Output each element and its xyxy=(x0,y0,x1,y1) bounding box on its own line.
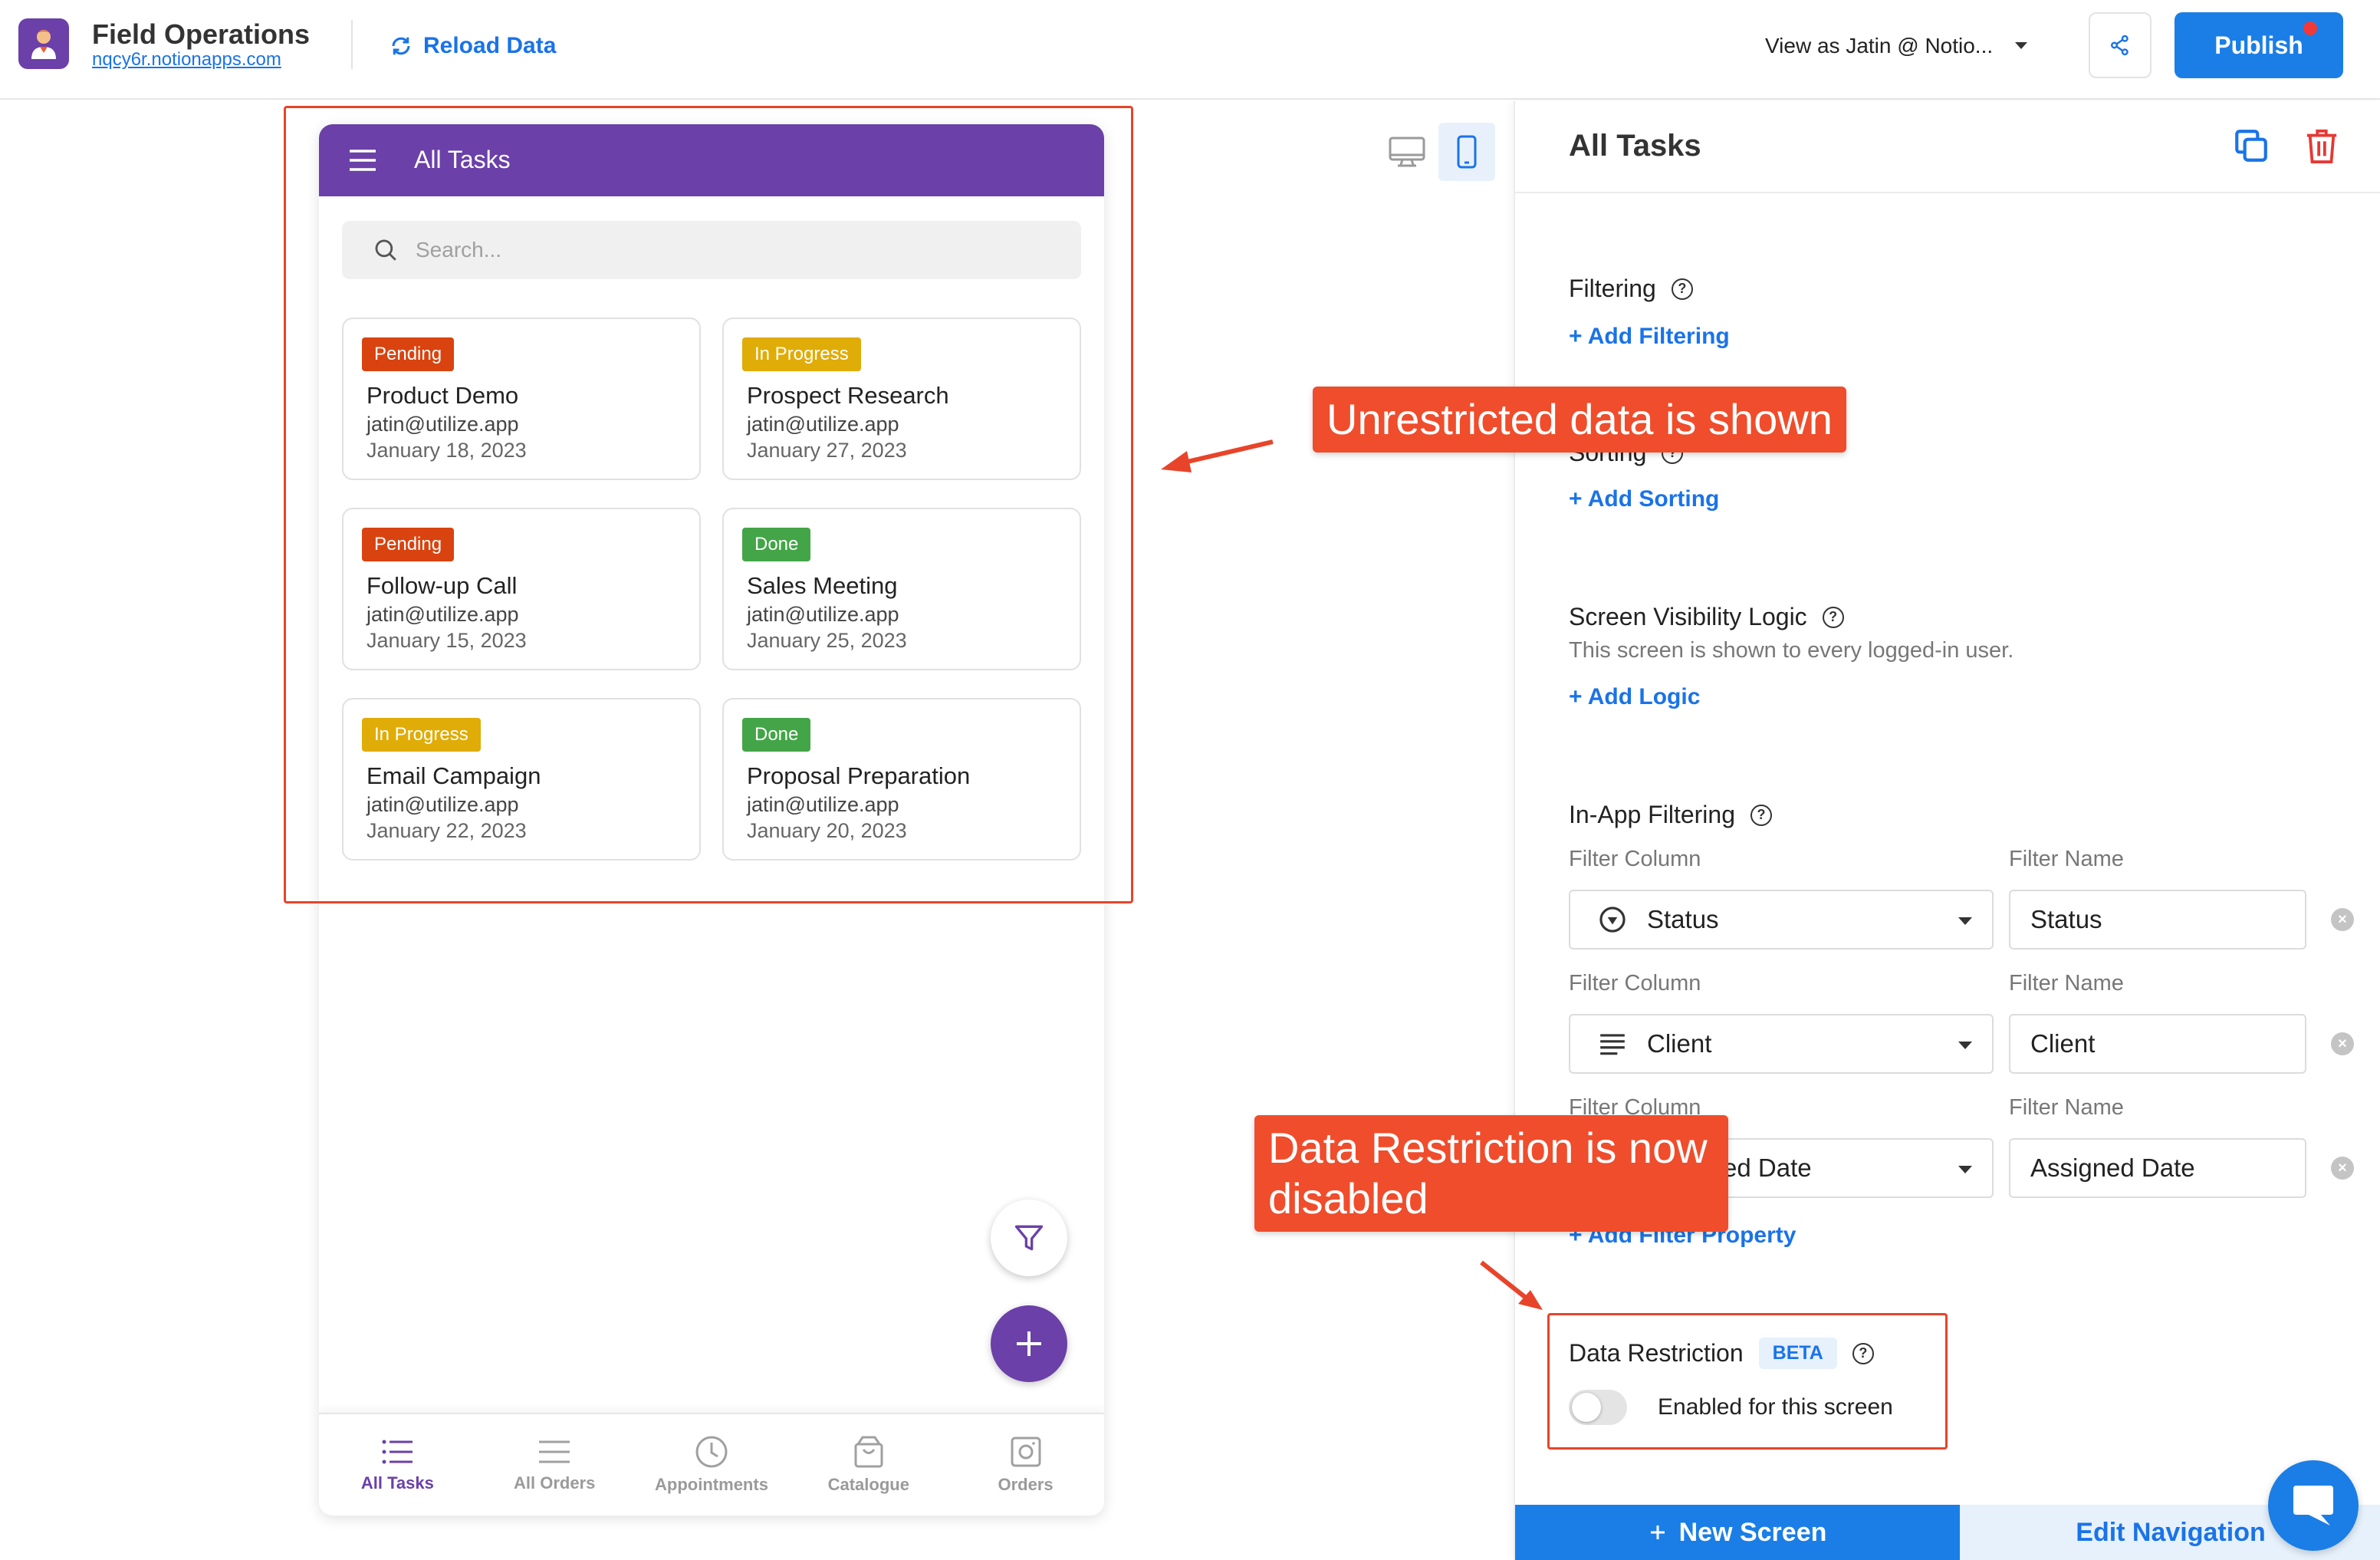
reload-data-label: Reload Data xyxy=(423,33,557,58)
nav-item-all-tasks[interactable]: All Tasks xyxy=(319,1414,476,1516)
annotation-line: Data Restriction is now xyxy=(1268,1124,1708,1172)
plus-icon xyxy=(1650,1525,1665,1539)
device-toggle xyxy=(1379,123,1495,181)
annotation-restriction-callout: Data Restriction is now disabled xyxy=(1254,1115,1728,1232)
filter-name-input[interactable] xyxy=(2009,1014,2306,1074)
view-as-dropdown[interactable]: View as Jatin @ Notio... xyxy=(1765,31,2028,61)
notification-dot xyxy=(2303,21,2317,35)
panel-title: All Tasks xyxy=(1569,129,1701,163)
camera-icon xyxy=(1011,1437,1041,1467)
annotation-highlight-restriction xyxy=(1547,1313,1948,1450)
caret-down-icon xyxy=(1958,917,1972,925)
filter-name-input[interactable] xyxy=(2009,890,2306,949)
nav-item-orders[interactable]: Orders xyxy=(947,1414,1104,1516)
nav-item-catalogue[interactable]: Catalogue xyxy=(790,1414,947,1516)
filter-icon xyxy=(1014,1225,1044,1251)
divider xyxy=(351,20,353,69)
top-bar: Field Operations nqcy6r.notionapps.com R… xyxy=(0,0,2380,100)
publish-button[interactable]: Publish xyxy=(2175,12,2343,78)
nav-item-appointments[interactable]: Appointments xyxy=(633,1414,791,1516)
status-icon xyxy=(1599,907,1626,933)
visibility-title: Screen Visibility Logic xyxy=(1569,603,1807,630)
help-icon[interactable]: ? xyxy=(1750,804,1772,826)
filter-column-value: Client xyxy=(1647,1029,1712,1058)
add-filtering-link[interactable]: + Add Filtering xyxy=(1569,324,1730,350)
share-icon xyxy=(2111,35,2129,56)
help-icon[interactable]: ? xyxy=(1822,606,1844,628)
annotation-highlight-data xyxy=(284,106,1133,903)
nav-label: All Orders xyxy=(514,1473,596,1493)
lines-icon xyxy=(539,1440,570,1463)
app-title: Field Operations xyxy=(92,18,311,50)
desktop-icon xyxy=(1389,137,1425,167)
filter-name-label: Filter Name xyxy=(2009,1095,2124,1120)
app-url-link[interactable]: nqcy6r.notionapps.com xyxy=(92,49,281,71)
mobile-icon xyxy=(1457,135,1477,169)
nav-label: Catalogue xyxy=(827,1475,909,1494)
duplicate-screen-button[interactable] xyxy=(2228,123,2274,169)
add-sorting-link[interactable]: + Add Sorting xyxy=(1569,486,1719,512)
visibility-description: This screen is shown to every logged-in … xyxy=(1569,638,2014,663)
filter-column-select[interactable]: Status xyxy=(1569,890,1994,949)
bottom-nav: All Tasks All Orders Appointments Catalo… xyxy=(319,1413,1104,1516)
divider xyxy=(1515,192,2380,193)
reload-data-button[interactable]: Reload Data xyxy=(390,31,556,61)
view-as-label: View as Jatin @ Notio... xyxy=(1765,34,1994,58)
help-icon[interactable]: ? xyxy=(1671,278,1693,300)
trash-icon xyxy=(2306,129,2337,163)
caret-down-icon xyxy=(1958,1042,1972,1049)
copy-icon xyxy=(2235,130,2267,162)
caret-down-icon xyxy=(2015,42,2028,49)
remove-filter-icon[interactable]: × xyxy=(2331,1157,2354,1180)
visibility-section-title: Screen Visibility Logic ? xyxy=(1569,603,1844,631)
annotation-unrestricted-callout: Unrestricted data is shown xyxy=(1313,387,1846,453)
refresh-icon xyxy=(392,37,410,55)
bag-icon xyxy=(854,1436,883,1468)
add-logic-link[interactable]: + Add Logic xyxy=(1569,684,1700,710)
in-app-filtering-section-title: In-App Filtering ? xyxy=(1569,801,1772,829)
filtering-title: Filtering xyxy=(1569,275,1656,302)
clock-icon xyxy=(695,1436,728,1468)
caret-down-icon xyxy=(1958,1166,1972,1173)
delete-screen-button[interactable] xyxy=(2299,123,2345,169)
nav-label: Appointments xyxy=(655,1475,768,1494)
remove-filter-icon[interactable]: × xyxy=(2331,1032,2354,1055)
user-avatar-icon xyxy=(31,30,56,59)
filter-name-label: Filter Name xyxy=(2009,847,2124,871)
filter-fab-button[interactable] xyxy=(991,1200,1067,1276)
new-screen-button[interactable]: New Screen xyxy=(1515,1505,1960,1560)
mobile-view-button[interactable] xyxy=(1438,123,1495,181)
in-app-filtering-title: In-App Filtering xyxy=(1569,801,1735,828)
nav-label: All Tasks xyxy=(360,1473,434,1493)
annotation-line: disabled xyxy=(1268,1174,1428,1223)
chat-icon xyxy=(2293,1486,2333,1525)
filter-column-select[interactable]: Client xyxy=(1569,1014,1994,1074)
plus-icon xyxy=(1017,1331,1041,1356)
nav-label: Orders xyxy=(998,1475,1054,1494)
filter-name-input[interactable] xyxy=(2009,1138,2306,1198)
add-fab-button[interactable] xyxy=(991,1305,1067,1382)
list-icon xyxy=(382,1440,413,1464)
filter-column-label: Filter Column xyxy=(1569,847,1701,871)
text-lines-icon xyxy=(1600,1034,1625,1055)
share-button[interactable] xyxy=(2089,12,2152,78)
new-screen-label: New Screen xyxy=(1678,1517,1827,1547)
filter-name-label: Filter Name xyxy=(2009,971,2124,996)
filtering-section-title: Filtering ? xyxy=(1569,275,1693,303)
nav-item-all-orders[interactable]: All Orders xyxy=(476,1414,633,1516)
app-logo[interactable] xyxy=(18,18,69,69)
desktop-view-button[interactable] xyxy=(1379,123,1435,181)
remove-filter-icon[interactable]: × xyxy=(2331,908,2354,931)
filter-column-label: Filter Column xyxy=(1569,971,1701,996)
filter-column-value: Status xyxy=(1647,905,1719,933)
support-chat-button[interactable] xyxy=(2268,1460,2359,1551)
